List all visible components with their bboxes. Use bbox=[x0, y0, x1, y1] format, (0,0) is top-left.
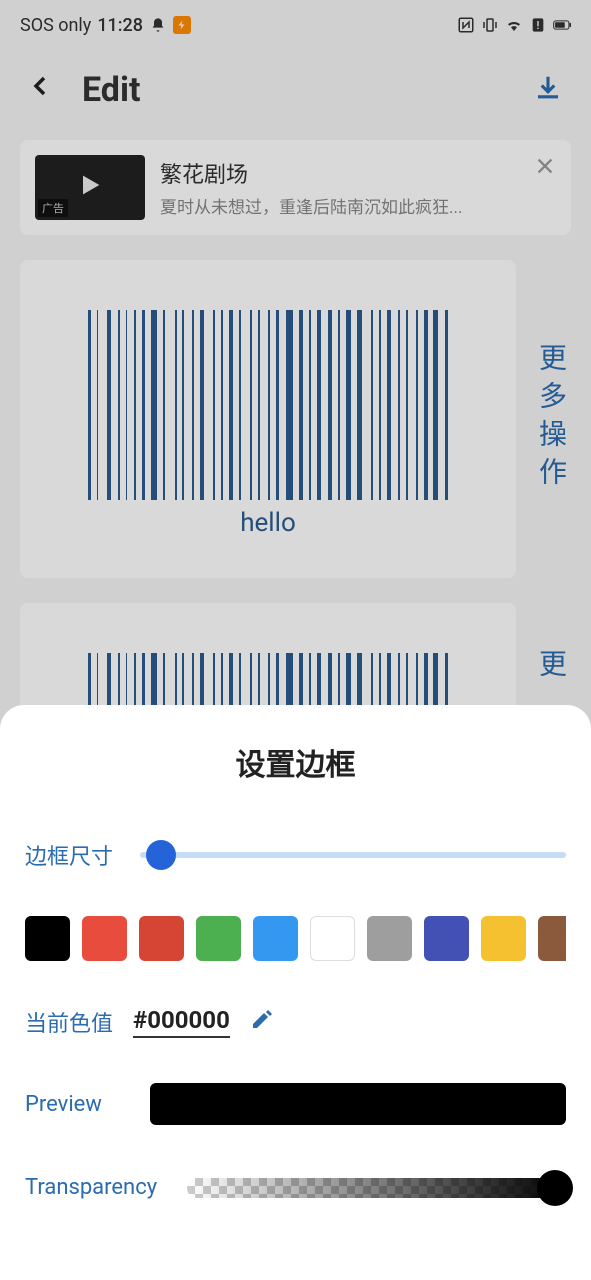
barcode-image bbox=[88, 310, 448, 500]
color-swatch-5[interactable] bbox=[310, 916, 355, 961]
color-swatch-3[interactable] bbox=[196, 916, 241, 961]
pencil-icon[interactable] bbox=[250, 1007, 274, 1037]
download-button[interactable] bbox=[533, 73, 563, 107]
page-title: Edit bbox=[82, 70, 533, 110]
slider-thumb[interactable] bbox=[146, 840, 176, 870]
header: Edit bbox=[0, 50, 591, 130]
transparency-slider[interactable] bbox=[187, 1178, 566, 1198]
close-icon[interactable] bbox=[534, 155, 556, 183]
more-actions-button[interactable]: 更多操作 bbox=[531, 343, 571, 495]
color-swatch-0[interactable] bbox=[25, 916, 70, 961]
alert-icon bbox=[529, 16, 547, 34]
status-left: SOS only 11:28 bbox=[20, 15, 191, 36]
time: 11:28 bbox=[97, 15, 143, 36]
ad-subtitle: 夏时从未想过，重逢后陆南沉如此疯狂... bbox=[160, 193, 556, 218]
ad-banner[interactable]: 广告 繁花剧场 夏时从未想过，重逢后陆南沉如此疯狂... bbox=[20, 140, 571, 235]
bell-icon bbox=[149, 16, 167, 34]
content: hello 更多操作 bbox=[0, 260, 591, 733]
border-settings-sheet: 设置边框 边框尺寸 当前色值 #000000 Preview Transpare… bbox=[0, 705, 591, 1280]
color-swatch-7[interactable] bbox=[424, 916, 469, 961]
border-size-slider[interactable] bbox=[140, 852, 566, 858]
transparency-label: Transparency bbox=[25, 1175, 157, 1200]
more-actions-button-2[interactable]: 更 bbox=[531, 649, 571, 687]
border-size-label: 边框尺寸 bbox=[25, 839, 120, 871]
border-size-row: 边框尺寸 bbox=[25, 839, 566, 871]
ad-title: 繁花剧场 bbox=[160, 157, 556, 189]
nfc-icon bbox=[457, 16, 475, 34]
activity-icon bbox=[173, 16, 191, 34]
status-bar: SOS only 11:28 bbox=[0, 0, 591, 50]
color-swatches bbox=[25, 916, 566, 961]
ad-thumbnail: 广告 bbox=[35, 155, 145, 220]
color-swatch-6[interactable] bbox=[367, 916, 412, 961]
ad-text: 繁花剧场 夏时从未想过，重逢后陆南沉如此疯狂... bbox=[160, 157, 556, 218]
ad-label: 广告 bbox=[38, 199, 68, 217]
sheet-title: 设置边框 bbox=[25, 740, 566, 784]
color-value-text[interactable]: #000000 bbox=[133, 1006, 230, 1038]
battery-icon bbox=[553, 16, 571, 34]
preview-row: Preview bbox=[25, 1083, 566, 1125]
preview-box bbox=[150, 1083, 566, 1125]
color-swatch-2[interactable] bbox=[139, 916, 184, 961]
barcode-item-1: hello 更多操作 bbox=[20, 260, 571, 578]
color-swatch-1[interactable] bbox=[82, 916, 127, 961]
wifi-icon bbox=[505, 16, 523, 34]
barcode-text: hello bbox=[240, 508, 296, 538]
preview-label: Preview bbox=[25, 1092, 120, 1117]
color-swatch-8[interactable] bbox=[481, 916, 526, 961]
status-right bbox=[457, 16, 571, 34]
network-status: SOS only bbox=[20, 15, 91, 36]
transparency-thumb[interactable] bbox=[537, 1170, 573, 1206]
color-value-label: 当前色值 bbox=[25, 1006, 113, 1038]
color-swatch-4[interactable] bbox=[253, 916, 298, 961]
vibrate-icon bbox=[481, 16, 499, 34]
transparency-row: Transparency bbox=[25, 1175, 566, 1200]
barcode-card[interactable]: hello bbox=[20, 260, 516, 578]
back-button[interactable] bbox=[28, 70, 52, 110]
color-swatch-9[interactable] bbox=[538, 916, 566, 961]
play-icon bbox=[76, 171, 104, 205]
color-value-row: 当前色值 #000000 bbox=[25, 1006, 566, 1038]
